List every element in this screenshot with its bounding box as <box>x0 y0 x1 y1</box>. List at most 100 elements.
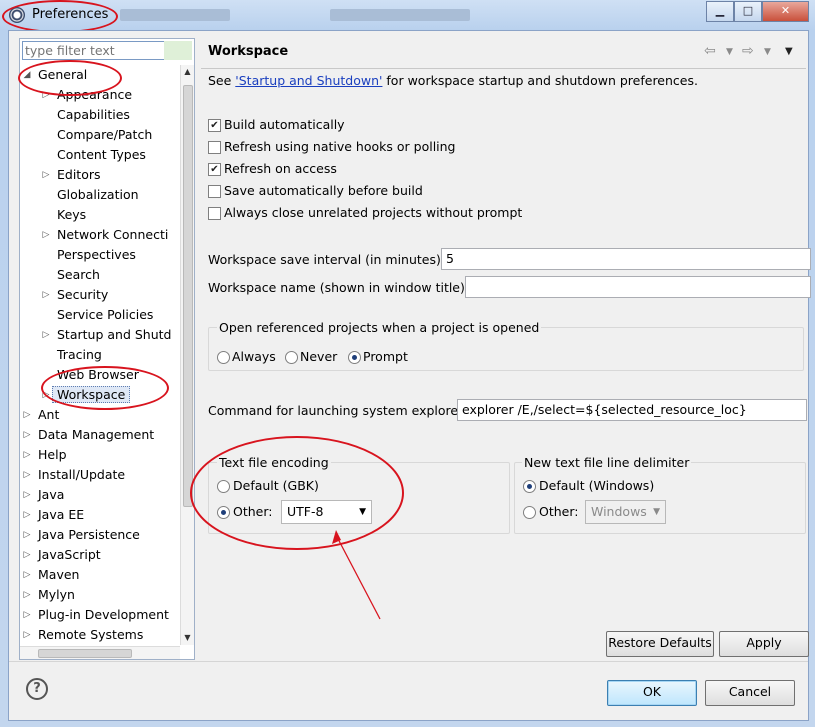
tree-item[interactable]: Tracing <box>57 345 102 365</box>
tree-item[interactable]: ▷ Remote Systems <box>24 625 144 645</box>
tree-item[interactable]: ▷ Help <box>24 445 67 465</box>
tree-item[interactable]: Perspectives <box>57 245 136 265</box>
expand-icon[interactable]: ▷ <box>22 405 32 425</box>
tree-item[interactable]: Capabilities <box>57 105 130 125</box>
expand-icon[interactable]: ▷ <box>22 625 32 645</box>
expand-icon[interactable]: ▷ <box>22 425 32 445</box>
open-ref-radio[interactable] <box>285 351 298 364</box>
tree-item[interactable]: Globalization <box>57 185 139 205</box>
tree-item[interactable]: ▷ Security <box>43 285 109 305</box>
open-ref-radio[interactable] <box>348 351 361 364</box>
tree-item[interactable]: ▷ Java <box>24 485 65 505</box>
minimize-button[interactable]: ▁ <box>706 1 734 22</box>
delimiter-default-label: Default (Windows) <box>539 478 655 493</box>
tree-item-label: Startup and Shutd <box>57 327 172 342</box>
expand-icon[interactable]: ▷ <box>22 565 32 585</box>
tree-vertical-scrollbar[interactable]: ▲ ▼ <box>180 65 194 645</box>
tree-item[interactable]: ◢ General <box>24 65 88 85</box>
scroll-up-icon[interactable]: ▲ <box>181 65 194 78</box>
forward-arrow-icon[interactable]: ⇨ <box>742 43 754 59</box>
maximize-button[interactable]: □ <box>734 1 762 22</box>
tree-item-label: Web Browser <box>57 367 139 382</box>
tree-item[interactable]: ▷ Appearance <box>43 85 133 105</box>
expand-icon[interactable]: ▷ <box>41 385 51 405</box>
expand-icon[interactable]: ▷ <box>41 225 51 245</box>
expand-icon[interactable]: ▷ <box>22 445 32 465</box>
tree-item[interactable]: ▷ Java EE <box>24 505 85 525</box>
tree-item[interactable]: ▷ Editors <box>43 165 101 185</box>
tree-item[interactable]: Compare/Patch <box>57 125 152 145</box>
expand-icon[interactable]: ▷ <box>41 325 51 345</box>
expand-icon[interactable]: ▷ <box>41 285 51 305</box>
help-icon[interactable]: ? <box>26 678 48 700</box>
tree-item-label: Help <box>38 447 67 462</box>
checkbox[interactable]: ✔ <box>208 119 221 132</box>
back-dropdown-icon[interactable]: ▼ <box>726 47 733 57</box>
checkbox[interactable] <box>208 185 221 198</box>
encoding-default-radio[interactable] <box>217 480 230 493</box>
delimiter-select[interactable]: Windows ▼ <box>585 500 666 524</box>
expand-icon[interactable]: ▷ <box>22 465 32 485</box>
delimiter-default-radio[interactable] <box>523 480 536 493</box>
tree-item[interactable]: ▷ Mylyn <box>24 585 75 605</box>
save-interval-input[interactable]: 5 <box>441 248 811 270</box>
tree-item[interactable]: ▷ JavaScript <box>24 545 101 565</box>
expand-icon[interactable]: ▷ <box>22 505 32 525</box>
tree-item[interactable]: ▷ Java Persistence <box>24 525 140 545</box>
tree-item[interactable]: ▷ Plug-in Development <box>24 605 169 625</box>
tree-item[interactable]: ▷ Startup and Shutd <box>43 325 172 345</box>
filter-input[interactable] <box>22 41 166 60</box>
delimiter-other-radio[interactable] <box>523 506 536 519</box>
close-button[interactable]: ✕ <box>762 1 809 22</box>
tree-item-label: Search <box>57 267 100 282</box>
tree-item[interactable]: Keys <box>57 205 86 225</box>
apply-button[interactable]: Apply <box>719 631 809 657</box>
scroll-thumb[interactable] <box>183 85 193 507</box>
scroll-down-icon[interactable]: ▼ <box>181 631 194 644</box>
startup-shutdown-link[interactable]: 'Startup and Shutdown' <box>235 73 382 88</box>
expand-icon[interactable]: ▷ <box>22 585 32 605</box>
tree-item-label: Data Management <box>38 427 155 442</box>
tree-item-label: Security <box>57 287 109 302</box>
tree-item[interactable]: ▷ Ant <box>24 405 60 425</box>
tree-item-label: JavaScript <box>38 547 101 562</box>
expand-icon[interactable]: ▷ <box>22 605 32 625</box>
expand-icon[interactable]: ▷ <box>22 545 32 565</box>
expand-icon[interactable]: ▷ <box>22 525 32 545</box>
checkbox[interactable] <box>208 141 221 154</box>
explorer-command-label: Command for launching system explorer: <box>208 403 468 418</box>
tree-item[interactable]: ▷ Install/Update <box>24 465 126 485</box>
explorer-command-input[interactable]: explorer /E,/select=${selected_resource_… <box>457 399 807 421</box>
tree-item-label: General <box>38 67 88 82</box>
restore-defaults-button[interactable]: Restore Defaults <box>606 631 714 657</box>
tree-item[interactable]: Service Policies <box>57 305 153 325</box>
checkbox[interactable] <box>208 207 221 220</box>
workspace-name-input[interactable] <box>465 276 811 298</box>
ok-button[interactable]: OK <box>607 680 697 706</box>
checkbox-label: Refresh using native hooks or polling <box>224 139 456 154</box>
tree-item[interactable]: ▷ Maven <box>24 565 80 585</box>
tree-item-label: Keys <box>57 207 87 222</box>
cancel-button[interactable]: Cancel <box>705 680 795 706</box>
view-menu-icon[interactable]: ▼ <box>785 46 793 57</box>
encoding-other-radio[interactable] <box>217 506 230 519</box>
expand-icon[interactable]: ▷ <box>41 165 51 185</box>
tree-item[interactable]: ▷ Workspace <box>43 385 131 405</box>
forward-dropdown-icon[interactable]: ▼ <box>764 47 771 57</box>
expand-icon[interactable]: ▷ <box>22 485 32 505</box>
open-ref-radio[interactable] <box>217 351 230 364</box>
horizontal-scroll-thumb[interactable] <box>38 649 132 658</box>
tree-item[interactable]: ▷ Network Connecti <box>43 225 169 245</box>
collapse-icon[interactable]: ◢ <box>22 65 32 85</box>
checkbox[interactable]: ✔ <box>208 163 221 176</box>
expand-icon[interactable]: ▷ <box>41 85 51 105</box>
tree-item[interactable]: Web Browser <box>57 365 139 385</box>
title-bar[interactable]: Preferences ▁ □ ✕ <box>0 0 815 30</box>
tree-item-label: Plug-in Development <box>38 607 169 622</box>
tree-item[interactable]: Content Types <box>57 145 146 165</box>
open-ref-option-label: Prompt <box>363 349 408 364</box>
tree-item[interactable]: Search <box>57 265 100 285</box>
tree-horizontal-scrollbar[interactable] <box>20 646 180 659</box>
back-arrow-icon[interactable]: ⇦ <box>704 43 716 59</box>
tree-item[interactable]: ▷ Data Management <box>24 425 155 445</box>
